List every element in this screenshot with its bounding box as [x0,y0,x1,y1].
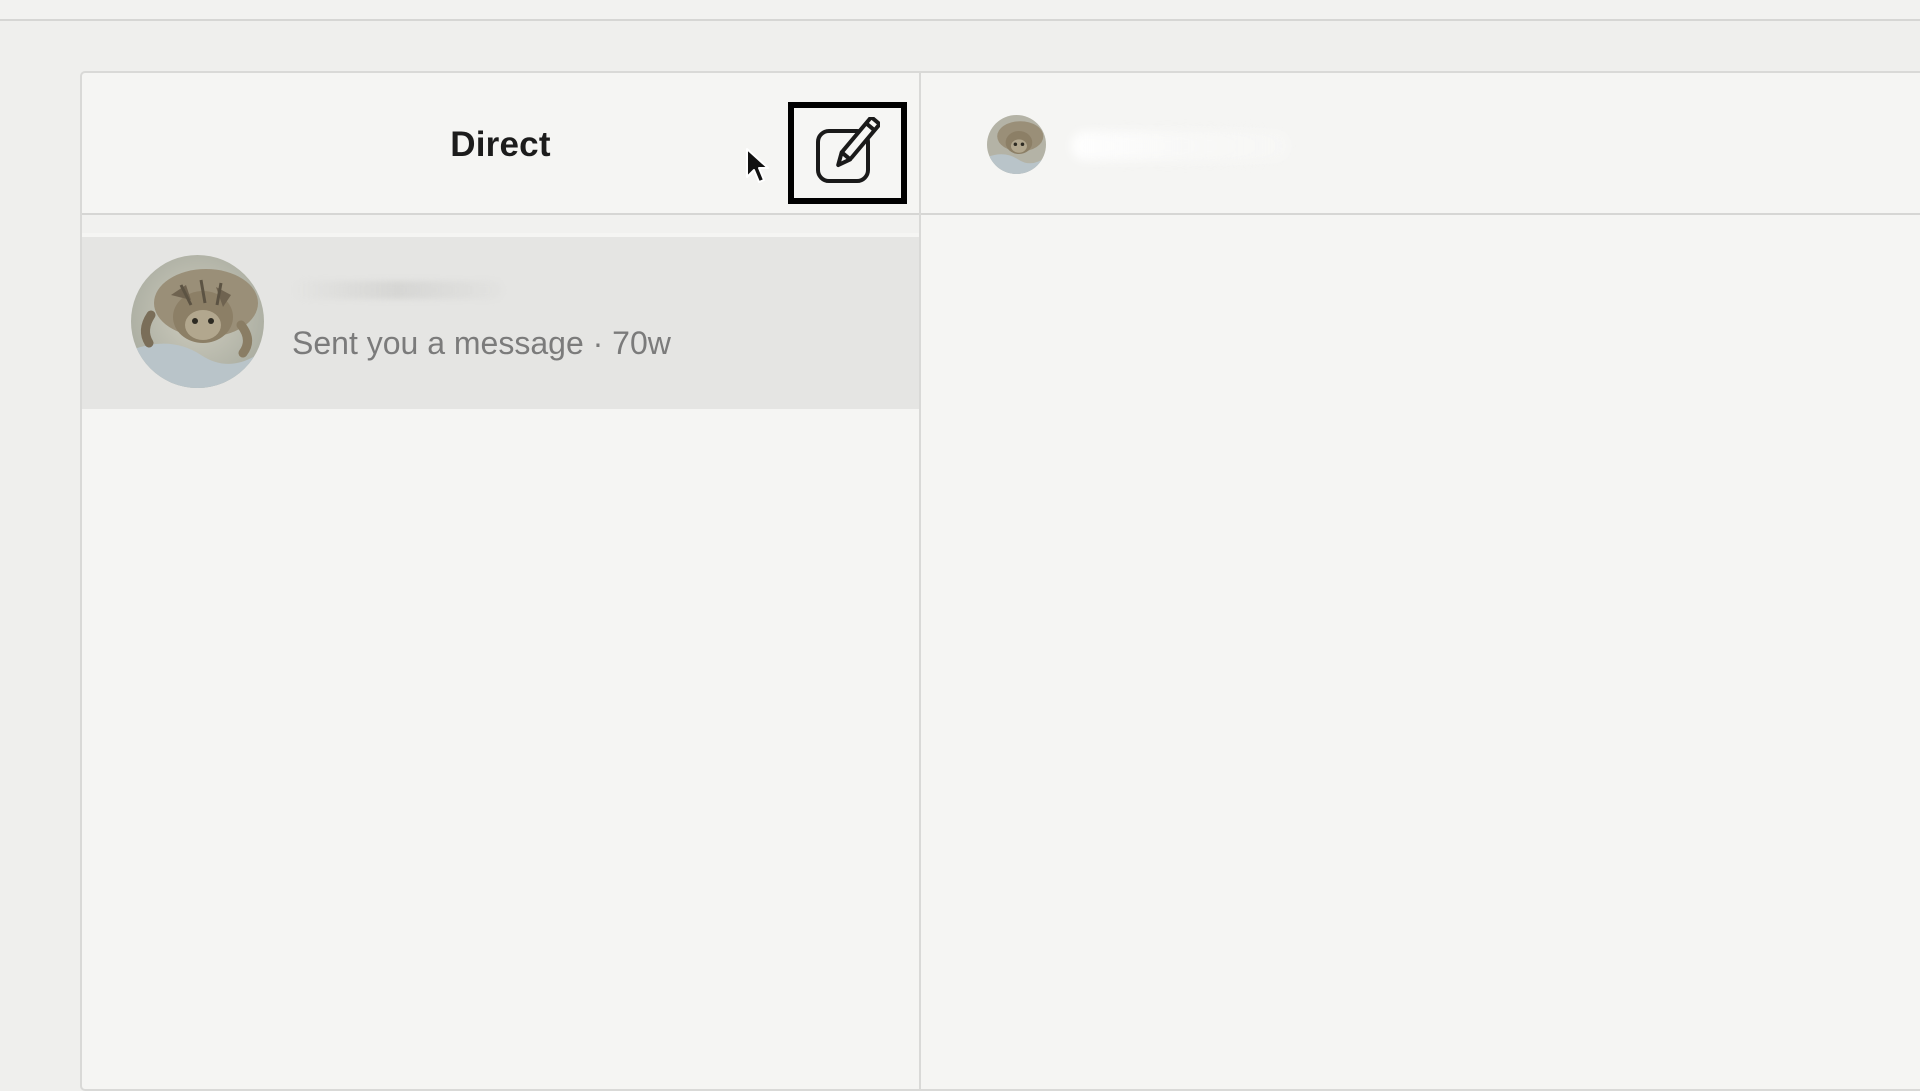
cat-avatar-small-image [987,115,1046,174]
conversation-preview: Sent you a message · 70w [292,325,671,361]
chat-column [921,73,1920,1089]
conversation-row[interactable]: Sent you a message · 70w [82,237,919,409]
thread-list-divider [82,215,919,233]
browser-top-strip [0,0,1920,21]
new-message-button[interactable] [788,102,907,204]
conversation-name-blurred [292,281,502,299]
chat-avatar[interactable] [987,115,1046,174]
inbox-header: Direct [82,73,919,215]
inbox-column: Direct Sent you a message · 70w [82,73,921,1089]
chat-recipient-name-blurred [1071,131,1291,161]
pointer-cursor-icon [746,148,769,183]
chat-header [921,73,1920,215]
cat-avatar-image [131,255,264,388]
direct-messages-panel: Direct Sent you a message · 70w [80,71,1920,1091]
compose-icon [816,117,880,183]
conversation-avatar [131,255,264,388]
